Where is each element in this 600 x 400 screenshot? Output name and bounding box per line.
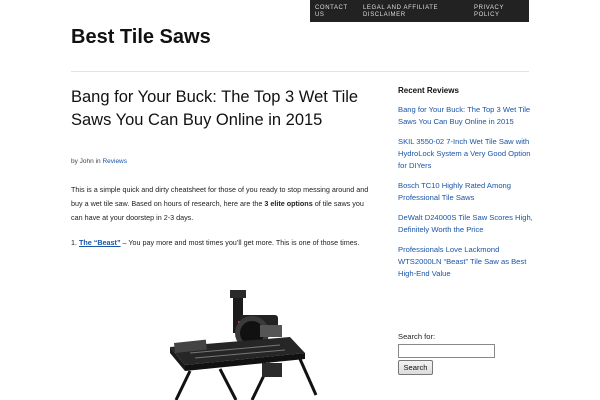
nav-link-legal-disclaimer[interactable]: LEGAL AND AFFILIATE DISCLAIMER	[363, 5, 443, 19]
intro-paragraph: This is a simple quick and dirty cheatsh…	[71, 183, 371, 225]
header-divider	[71, 71, 529, 72]
tile-saw-image	[170, 290, 318, 400]
intro-bold: 3 elite options	[264, 199, 313, 208]
recent-review-link[interactable]: SKIL 3550-02 7-Inch Wet Tile Saw with Hy…	[398, 136, 533, 172]
byline-author: by John in	[71, 158, 103, 165]
item-1-number: 1.	[71, 238, 79, 247]
category-link[interactable]: Reviews	[102, 158, 127, 165]
list-item: Professionals Love Lackmond WTS2000LN “B…	[398, 244, 533, 280]
item-1-paragraph: 1. The “Beast” – You pay more and most t…	[71, 236, 371, 250]
recent-review-link[interactable]: Bosch TC10 Highly Rated Among Profession…	[398, 180, 533, 204]
list-item: DeWalt D24000S Tile Saw Scores High, Def…	[398, 212, 533, 236]
nav-link-contact[interactable]: CONTACT US	[315, 5, 351, 19]
post-byline: by John in Reviews	[71, 158, 127, 165]
recent-review-link[interactable]: Bang for Your Buck: The Top 3 Wet Tile S…	[398, 104, 533, 128]
list-item: Bang for Your Buck: The Top 3 Wet Tile S…	[398, 104, 533, 128]
recent-reviews-heading: Recent Reviews	[398, 86, 459, 95]
search-label: Search for:	[398, 332, 436, 341]
list-item: Bosch TC10 Highly Rated Among Profession…	[398, 180, 533, 204]
recent-review-link[interactable]: DeWalt D24000S Tile Saw Scores High, Def…	[398, 212, 533, 236]
list-item: SKIL 3550-02 7-Inch Wet Tile Saw with Hy…	[398, 136, 533, 172]
nav-link-privacy-policy[interactable]: PRIVACY POLICY	[474, 5, 510, 19]
search-button[interactable]: Search	[398, 360, 433, 375]
post-title: Bang for Your Buck: The Top 3 Wet Tile S…	[71, 88, 359, 129]
search-input[interactable]	[398, 344, 495, 358]
recent-review-link[interactable]: Professionals Love Lackmond WTS2000LN “B…	[398, 244, 533, 280]
top-navigation: CONTACT US LEGAL AND AFFILIATE DISCLAIME…	[310, 0, 529, 22]
item-1-text: – You pay more and most times you’ll get…	[120, 238, 360, 247]
site-title[interactable]: Best Tile Saws	[71, 25, 211, 49]
recent-reviews-list: Bang for Your Buck: The Top 3 Wet Tile S…	[398, 104, 533, 288]
item-1-link[interactable]: The “Beast”	[79, 238, 121, 247]
